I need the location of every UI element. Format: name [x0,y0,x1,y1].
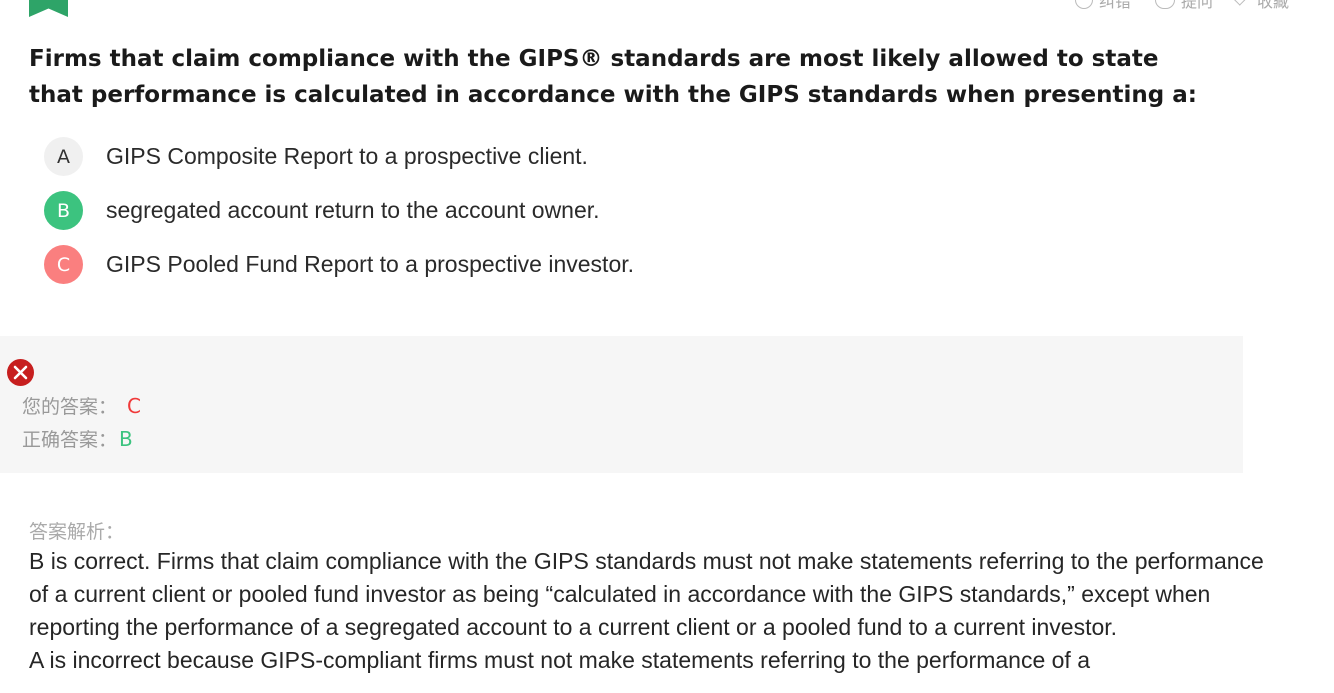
option-a[interactable]: A GIPS Composite Report to a prospective… [44,137,634,176]
favorite-button[interactable]: 收藏 [1232,0,1289,11]
correct-answer-row: 正确答案： B [22,425,133,452]
answer-options: A GIPS Composite Report to a prospective… [44,137,634,299]
option-b[interactable]: B segregated account return to the accou… [44,191,634,230]
option-a-text: GIPS Composite Report to a prospective c… [106,143,588,169]
option-b-text: segregated account return to the account… [106,197,600,223]
error-report-label: 纠错 [1098,0,1131,11]
explanation-label: 答案解析： [29,521,125,543]
explanation-paragraph: A is incorrect because GIPS-compliant fi… [29,647,1090,673]
question-chat-icon [1154,0,1175,9]
your-answer-row: 您的答案： C [22,392,141,419]
bookmark-icon[interactable] [29,0,68,17]
question-actions: 纠错 提问 收藏 [1074,0,1289,11]
favorite-label: 收藏 [1256,0,1289,11]
ask-question-label: 提问 [1180,0,1213,11]
ask-question-button[interactable]: 提问 [1154,0,1213,11]
wrong-x-icon [7,359,34,386]
your-answer-value: C [127,393,141,418]
error-report-button[interactable]: 纠错 [1074,0,1131,11]
option-c-badge: C [44,245,83,284]
correct-answer-value: B [119,426,133,451]
error-report-icon [1074,0,1093,9]
explanation-paragraph: B is correct. Firms that claim complianc… [29,548,1264,640]
option-c[interactable]: C GIPS Pooled Fund Report to a prospecti… [44,245,634,284]
explanation-text: B is correct. Firms that claim complianc… [29,545,1279,677]
option-b-badge: B [44,191,83,230]
your-answer-label: 您的答案： [22,396,118,418]
favorite-check-icon [1232,0,1250,6]
option-a-badge: A [44,137,83,176]
answer-result-panel: 您的答案： C 正确答案： B [0,336,1243,473]
question-text: Firms that claim compliance with the GIP… [29,46,1197,108]
correct-answer-label: 正确答案： [22,429,118,451]
option-c-text: GIPS Pooled Fund Report to a prospective… [106,251,635,277]
